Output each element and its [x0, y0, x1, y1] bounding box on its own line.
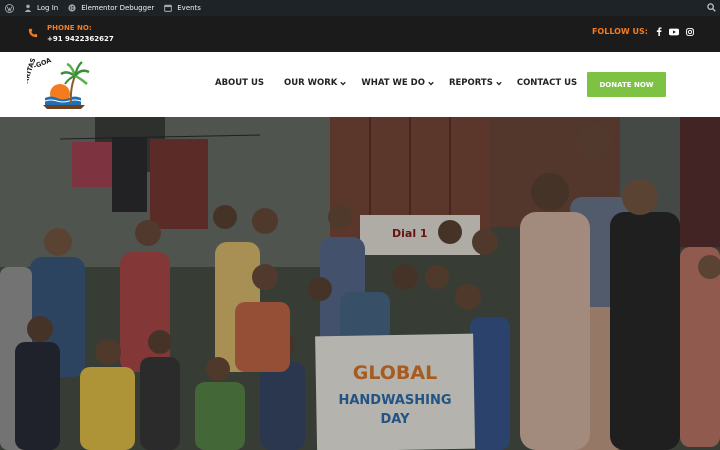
wordpress-menu[interactable] [0, 0, 19, 16]
nav-our-work-label: OUR WORK [283, 78, 338, 88]
nav-contact-us[interactable]: CONTACT US [517, 78, 577, 88]
chevron-down-icon [340, 81, 347, 86]
site-header: CARITAS -GOA ABOUT US OUR WORK WHAT WE D… [0, 52, 720, 117]
phone-number[interactable]: +91 9422362627 [47, 35, 114, 43]
admin-search-button[interactable] [707, 3, 716, 14]
hero-banner: Dial 1 GLOBAL HANDWASHING DAY [0, 117, 720, 450]
chevron-down-icon [496, 81, 502, 86]
hero-group-photo: Dial 1 GLOBAL HANDWASHING DAY [0, 117, 720, 450]
nav-our-work[interactable]: OUR WORK [283, 78, 347, 88]
follow-label: FOLLOW US: [591, 27, 648, 36]
wordpress-icon [5, 3, 14, 13]
donate-now-button[interactable]: DONATE NOW [587, 72, 666, 97]
phone-label: PHONE NO: [47, 24, 92, 32]
nav-reports-label: REPORTS [448, 78, 493, 88]
chevron-down-icon [428, 81, 434, 86]
instagram-icon[interactable] [686, 27, 694, 36]
events-link[interactable]: Events [159, 0, 206, 16]
user-icon [24, 4, 32, 12]
nav-what-we-do-label: WHAT WE DO [361, 78, 425, 88]
nav-reports[interactable]: REPORTS [449, 78, 502, 88]
nav-about-us[interactable]: ABOUT US [215, 78, 264, 88]
caritas-goa-logo[interactable]: CARITAS -GOA [27, 58, 91, 112]
top-info-bar: PHONE NO: +91 9422362627 FOLLOW US: [0, 16, 720, 52]
nav-contact-us-label: CONTACT US [516, 78, 578, 88]
login-link[interactable]: Log In [19, 0, 63, 16]
youtube-icon[interactable] [669, 28, 679, 36]
main-navigation: ABOUT US OUR WORK WHAT WE DO REPORTS CON… [215, 78, 577, 88]
events-label: Events [177, 4, 201, 12]
phone-icon [28, 28, 38, 38]
nav-about-us-label: ABOUT US [215, 78, 264, 88]
nav-what-we-do[interactable]: WHAT WE DO [361, 78, 434, 88]
elementor-icon [68, 4, 76, 12]
follow-us: FOLLOW US: [592, 27, 694, 36]
facebook-icon[interactable] [656, 27, 662, 36]
login-label: Log In [37, 4, 59, 12]
elementor-debugger-link[interactable]: Elementor Debugger [63, 0, 159, 16]
search-icon [707, 3, 716, 12]
calendar-icon [164, 4, 173, 12]
elementor-debugger-label: Elementor Debugger [81, 4, 155, 12]
admin-bar: Log In Elementor Debugger Events [0, 0, 720, 16]
